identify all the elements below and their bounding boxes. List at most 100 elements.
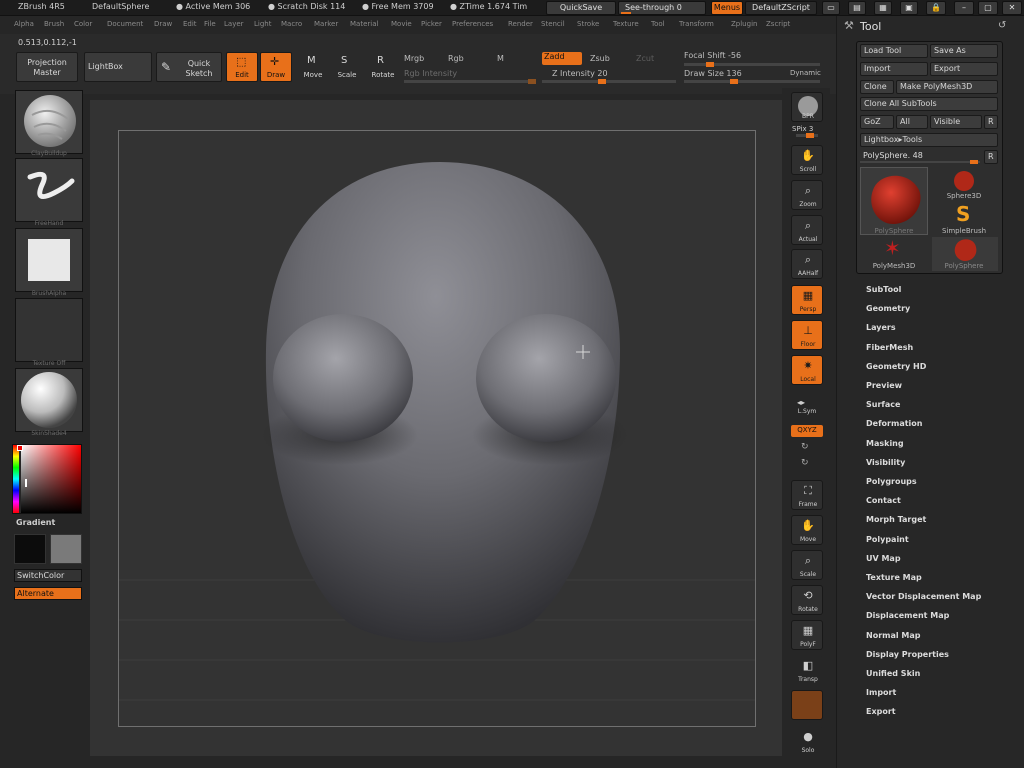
material-selector[interactable] — [15, 368, 83, 432]
tool-thumb-sphere3d[interactable] — [944, 168, 984, 194]
tool-menu-layers[interactable]: Layers — [866, 323, 896, 332]
transp-button[interactable]: ◧ Transp — [791, 655, 823, 685]
goz-visible-button[interactable]: Visible — [930, 115, 982, 129]
menu-picker[interactable]: Picker — [421, 20, 442, 28]
ghost-button[interactable] — [791, 690, 823, 720]
menu-zscript[interactable]: Zscript — [766, 20, 790, 28]
tool-menu-export[interactable]: Export — [866, 707, 896, 716]
spix-track[interactable] — [796, 133, 818, 138]
make-polymesh-button[interactable]: Make PolyMesh3D — [896, 80, 998, 94]
menu-render[interactable]: Render — [508, 20, 533, 28]
tool-menu-deformation[interactable]: Deformation — [866, 419, 922, 428]
close-icon[interactable]: ✕ — [1002, 1, 1022, 15]
actual-button[interactable]: ⌕ Actual — [791, 215, 823, 245]
floor-button[interactable]: ⊥ Floor — [791, 320, 823, 350]
projection-master-button[interactable]: Projection Master — [16, 52, 78, 82]
tool-menu-morph-target[interactable]: Morph Target — [866, 515, 926, 524]
secondary-color-swatch[interactable] — [50, 534, 82, 564]
frame-button[interactable]: ⛶ Frame — [791, 480, 823, 510]
menus-button[interactable]: Menus — [711, 1, 743, 15]
rotate-button[interactable]: R Rotate — [368, 52, 396, 82]
rotate-y-icon[interactable]: ↻ — [801, 442, 809, 452]
gradient-toggle[interactable]: Gradient — [16, 518, 55, 527]
m-button[interactable]: M — [497, 54, 504, 63]
rgb-intensity-slider[interactable]: Rgb Intensity — [404, 69, 457, 78]
move-view-button[interactable]: ✋ Move — [791, 515, 823, 545]
tool-menu-geometry-hd[interactable]: Geometry HD — [866, 362, 926, 371]
tool-menu-masking[interactable]: Masking — [866, 439, 904, 448]
lock-icon[interactable]: 🔒 — [926, 1, 946, 15]
local-button[interactable]: ✷ Local — [791, 355, 823, 385]
saturation-value-field[interactable] — [21, 445, 81, 513]
refresh-icon[interactable]: ↺ — [998, 20, 1006, 31]
persp-button[interactable]: ▦ Persp — [791, 285, 823, 315]
focal-shift-slider[interactable]: Focal Shift -56 — [684, 51, 741, 60]
polysphere-r-button[interactable]: R — [984, 150, 998, 164]
mrgb-button[interactable]: Mrgb — [404, 54, 424, 63]
z-intensity-track[interactable] — [542, 79, 676, 84]
tool-thumb-polymesh3d[interactable]: ✶ — [870, 236, 918, 262]
main-color-swatch[interactable] — [14, 534, 46, 564]
tool-menu-surface[interactable]: Surface — [866, 400, 900, 409]
load-tool-button[interactable]: Load Tool — [860, 44, 928, 58]
menu-draw[interactable]: Draw — [154, 20, 172, 28]
tool-menu-contact[interactable]: Contact — [866, 496, 901, 505]
menu-edit[interactable]: Edit — [183, 20, 197, 28]
aahalf-button[interactable]: ⌕ AAHalf — [791, 249, 823, 279]
minimize-icon[interactable]: – — [954, 1, 974, 15]
rgb-intensity-track[interactable] — [404, 79, 536, 84]
polysphere-slider[interactable]: PolySphere. 48 — [860, 150, 982, 164]
menu-movie[interactable]: Movie — [391, 20, 412, 28]
move-button[interactable]: M Move — [298, 52, 326, 82]
tool-menu-preview[interactable]: Preview — [866, 381, 902, 390]
export-button[interactable]: Export — [930, 62, 998, 76]
hue-strip[interactable] — [13, 445, 19, 513]
clone-button[interactable]: Clone — [860, 80, 894, 94]
scroll-button[interactable]: ✋ Scroll — [791, 145, 823, 175]
default-zscript-button[interactable]: DefaultZScript — [745, 1, 817, 15]
menu-stencil[interactable]: Stencil — [541, 20, 565, 28]
tool-menu-unified-skin[interactable]: Unified Skin — [866, 669, 920, 678]
lsym-button[interactable]: ◂▸ L.Sym — [791, 398, 823, 418]
tool-menu-polypaint[interactable]: Polypaint — [866, 535, 909, 544]
menu-texture[interactable]: Texture — [613, 20, 639, 28]
quick-sketch-button[interactable]: ✎ Quick Sketch — [156, 52, 222, 82]
tool-menu-import[interactable]: Import — [866, 688, 896, 697]
tool-menu-subtool[interactable]: SubTool — [866, 285, 901, 294]
tool-menu-polygroups[interactable]: Polygroups — [866, 477, 917, 486]
spix-slider[interactable]: SPix 3 — [792, 125, 813, 133]
bpr-button[interactable]: BPR — [791, 92, 823, 122]
clone-all-subtools-button[interactable]: Clone All SubTools — [860, 97, 998, 111]
menu-preferences[interactable]: Preferences — [452, 20, 493, 28]
window-icon-4[interactable]: ▣ — [900, 1, 918, 15]
tool-menu-uv-map[interactable]: UV Map — [866, 554, 901, 563]
tool-menu-displacement-map[interactable]: Displacement Map — [866, 611, 949, 620]
brush-selector[interactable] — [15, 90, 83, 154]
goz-button[interactable]: GoZ — [860, 115, 894, 129]
draw-size-slider[interactable]: Draw Size 136 — [684, 69, 742, 78]
z-intensity-slider[interactable]: Z Intensity 20 — [552, 69, 608, 78]
goz-r-button[interactable]: R — [984, 115, 998, 129]
menu-marker[interactable]: Marker — [314, 20, 338, 28]
see-through-slider[interactable]: See-through 0 — [618, 1, 706, 15]
alpha-selector[interactable] — [15, 228, 83, 292]
import-button[interactable]: Import — [860, 62, 928, 76]
tool-palette-title[interactable]: Tool — [860, 20, 881, 33]
maximize-icon[interactable]: ▢ — [978, 1, 998, 15]
stroke-selector[interactable] — [15, 158, 83, 222]
tool-menu-geometry[interactable]: Geometry — [866, 304, 910, 313]
tool-menu-normal-map[interactable]: Normal Map — [866, 631, 920, 640]
window-icon-3[interactable]: ▦ — [874, 1, 892, 15]
dynamic-toggle[interactable]: Dynamic — [790, 69, 821, 77]
zadd-button[interactable]: Zadd — [542, 52, 582, 65]
tool-thumb-current[interactable] — [860, 167, 928, 235]
xyz-button[interactable]: QXYZ — [791, 425, 823, 437]
menu-macro[interactable]: Macro — [281, 20, 302, 28]
menu-stroke[interactable]: Stroke — [577, 20, 599, 28]
window-icon-2[interactable]: ▤ — [848, 1, 866, 15]
lightbox-button[interactable]: LightBox — [84, 52, 152, 82]
menu-light[interactable]: Light — [254, 20, 271, 28]
draw-size-track[interactable] — [684, 79, 820, 84]
goz-all-button[interactable]: All — [896, 115, 928, 129]
save-as-button[interactable]: Save As — [930, 44, 998, 58]
